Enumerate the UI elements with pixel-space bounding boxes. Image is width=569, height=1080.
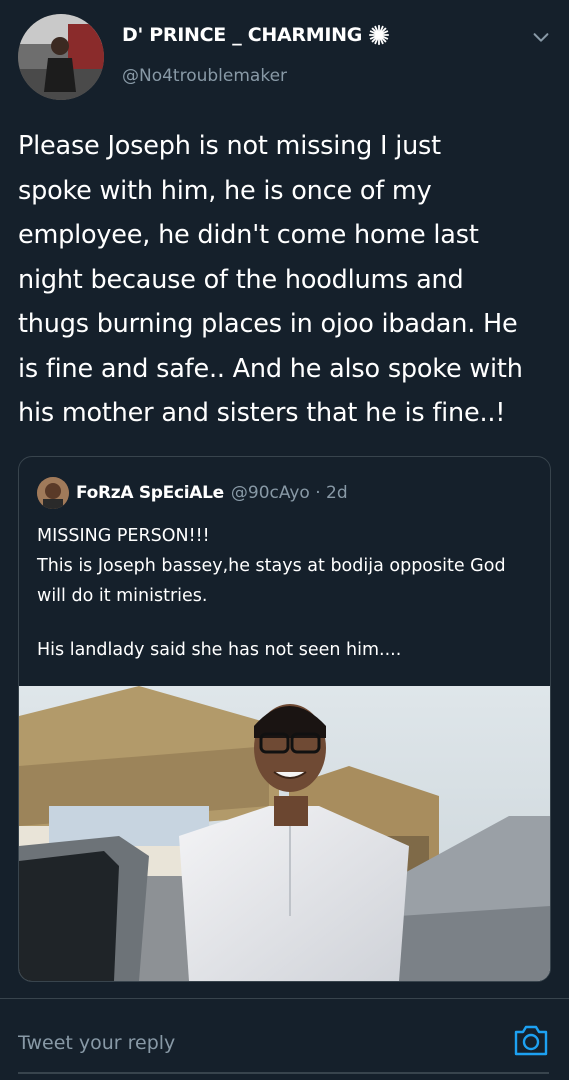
tweet-text-line: spoke with him, he is once of my (18, 175, 432, 206)
quoted-tweet-text: MISSING PERSON!!! This is Joseph bassey,… (37, 521, 537, 665)
quoted-text-line: will do it ministries. (37, 586, 208, 606)
quoted-text-line: This is Joseph bassey,he stays at bodija… (37, 556, 506, 576)
quoted-author-meta: @90cAyo · 2d (230, 483, 348, 503)
quoted-tweet-header: FoRzA SpEciALe @90cAyo · 2d (37, 477, 348, 509)
author-name-row[interactable]: D' PRINCE _ CHARMING (122, 24, 390, 46)
author-display-name[interactable]: D' PRINCE _ CHARMING (122, 24, 362, 46)
tweet-text-line: thugs burning places in ojoo ibadan. He (18, 309, 518, 339)
author-avatar[interactable] (18, 14, 104, 100)
quoted-text-line: His landlady said she has not seen him..… (37, 640, 402, 660)
divider (0, 998, 569, 999)
reply-underline (18, 1072, 549, 1074)
spark-icon (368, 24, 390, 46)
tweet-text-line: is fine and safe.. And he also spoke wit… (18, 353, 523, 384)
quoted-tweet[interactable]: FoRzA SpEciALe @90cAyo · 2d MISSING PERS… (18, 456, 551, 982)
tweet-text-line: Please Joseph is not missing I just (18, 131, 441, 161)
quoted-author-name[interactable]: FoRzA SpEciALe (76, 483, 224, 503)
quoted-tweet-photo[interactable] (19, 686, 550, 981)
tweet-text-line: night because of the hoodlums and (18, 264, 464, 295)
camera-icon[interactable] (513, 1023, 549, 1057)
chevron-down-icon[interactable] (530, 26, 552, 48)
quoted-text-line: MISSING PERSON!!! (37, 526, 210, 546)
author-handle[interactable]: @No4troublemaker (122, 66, 287, 86)
tweet-text-line: employee, he didn't come home last (18, 220, 479, 250)
reply-input[interactable] (18, 1028, 488, 1058)
quoted-author-avatar[interactable] (37, 477, 69, 509)
tweet-text: Please Joseph is not missing I just spok… (18, 124, 558, 436)
tweet-text-line: his mother and sisters that he is fine..… (18, 398, 506, 428)
